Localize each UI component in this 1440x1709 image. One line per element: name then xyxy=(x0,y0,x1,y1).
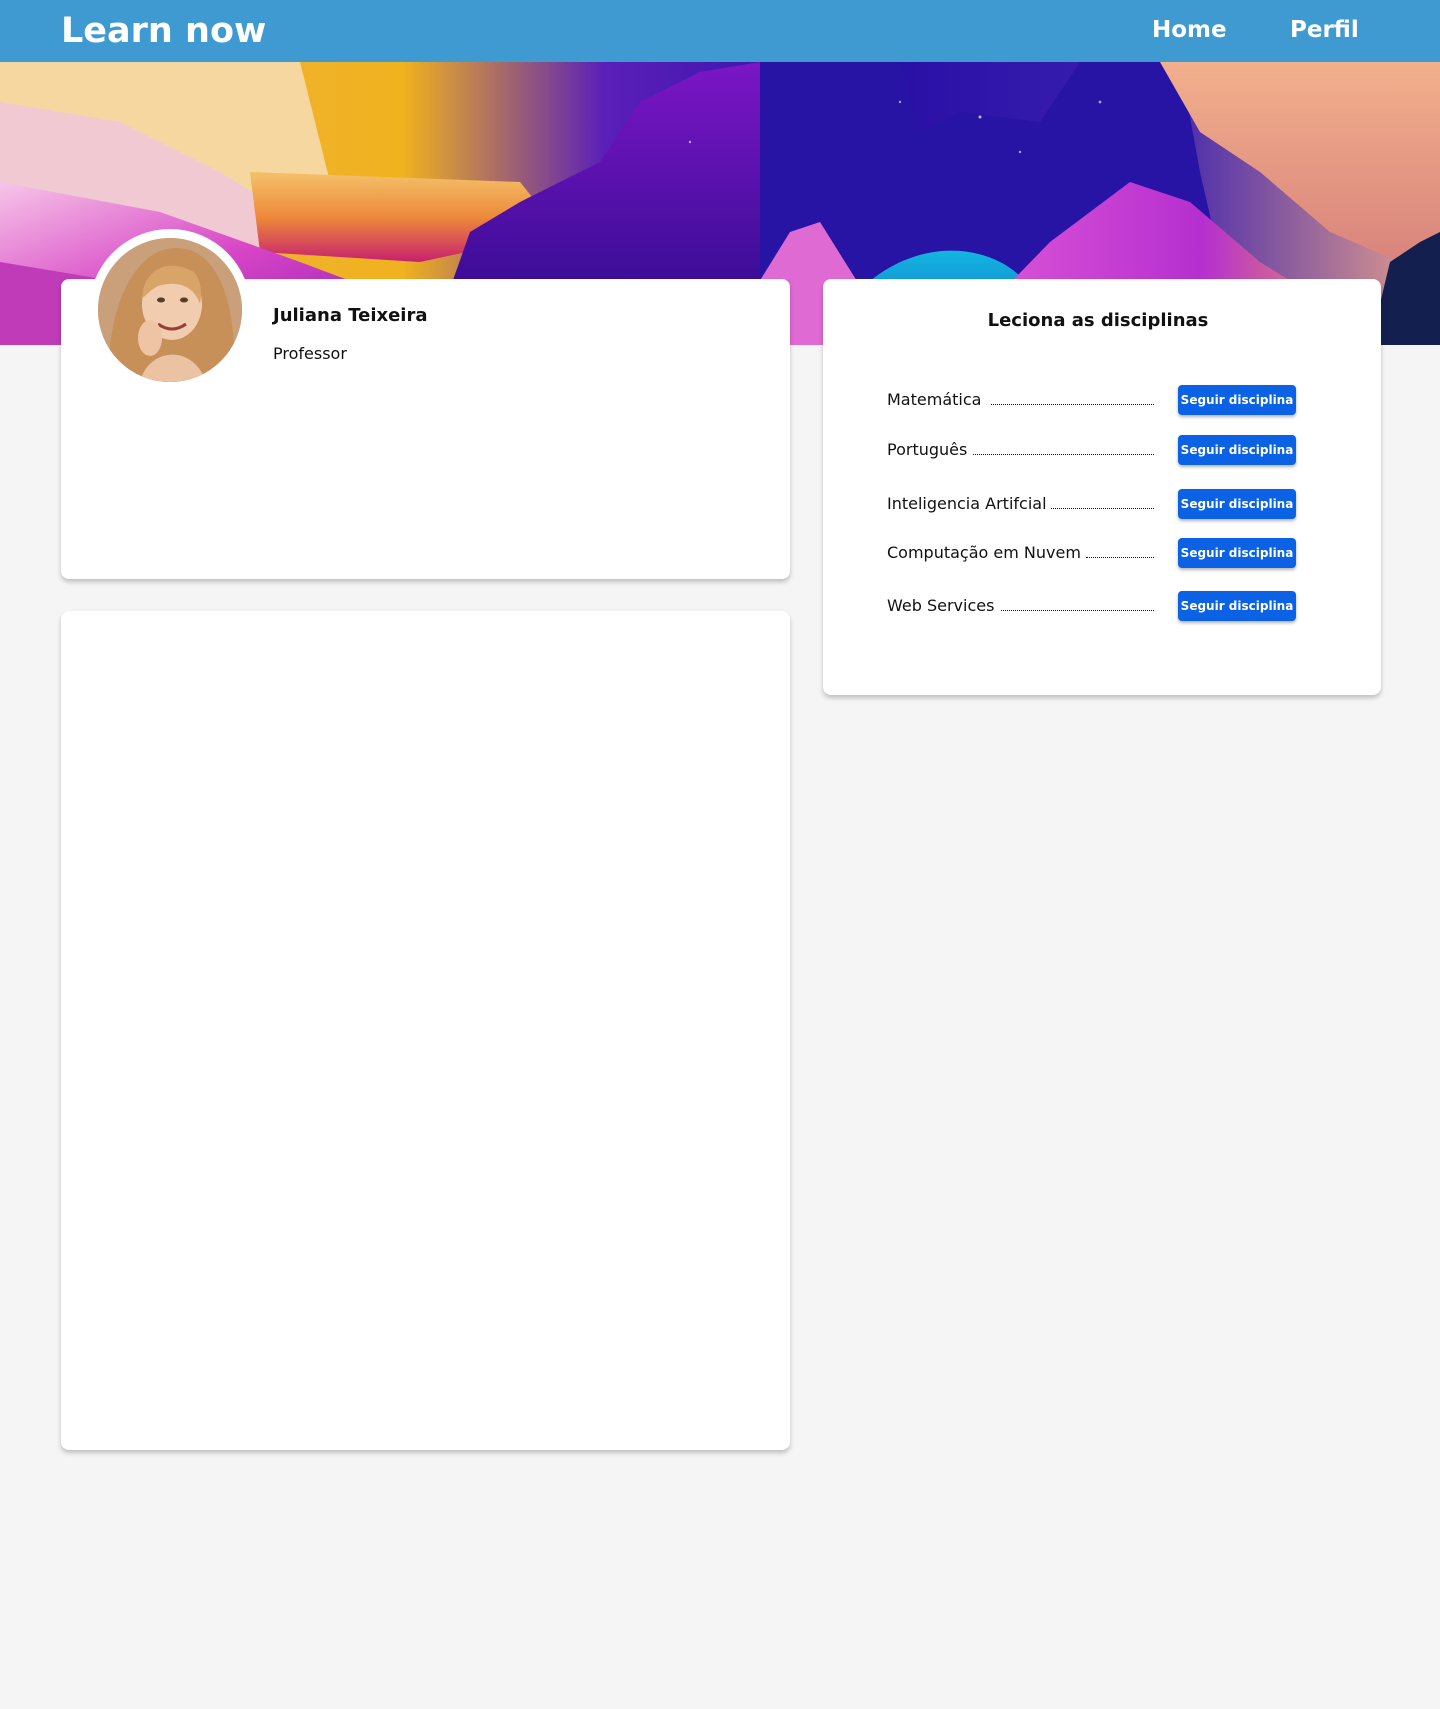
follow-discipline-button[interactable]: Seguir disciplina xyxy=(1178,385,1296,415)
profile-name: Juliana Teixeira xyxy=(273,305,428,326)
nav-link-home[interactable]: Home xyxy=(1152,15,1227,45)
follow-discipline-button[interactable]: Seguir disciplina xyxy=(1178,591,1296,621)
dotted-leader xyxy=(991,404,1154,405)
avatar[interactable] xyxy=(89,229,251,391)
dotted-leader xyxy=(973,454,1154,455)
disciplines-title: Leciona as disciplinas xyxy=(987,310,1209,331)
discipline-item: Computação em Nuvem Seguir disciplina xyxy=(887,537,1297,569)
dotted-leader xyxy=(1043,508,1154,509)
dotted-leader xyxy=(1086,557,1154,558)
follow-discipline-button[interactable]: Seguir disciplina xyxy=(1178,489,1296,519)
top-navbar: Learn now Home Perfil xyxy=(0,0,1440,62)
follow-discipline-button[interactable]: Seguir disciplina xyxy=(1178,538,1296,568)
discipline-item: Inteligencia Artifcial Seguir disciplina xyxy=(887,488,1297,520)
discipline-item: Português Seguir disciplina xyxy=(887,434,1297,466)
discipline-name: Português xyxy=(887,440,972,459)
discipline-item: Matemática Seguir disciplina xyxy=(887,384,1297,416)
content-card xyxy=(61,611,790,1450)
disciplines-card xyxy=(823,279,1381,695)
discipline-name: Web Services xyxy=(887,596,999,615)
profile-photo xyxy=(98,238,242,382)
discipline-name: Matemática xyxy=(887,390,986,409)
dotted-leader xyxy=(1001,610,1154,611)
follow-discipline-button[interactable]: Seguir disciplina xyxy=(1178,435,1296,465)
discipline-item: Web Services Seguir disciplina xyxy=(887,590,1297,622)
discipline-name: Computação em Nuvem xyxy=(887,543,1085,562)
profile-role: Professor xyxy=(273,344,347,363)
brand-title[interactable]: Learn now xyxy=(61,11,266,51)
nav-link-perfil[interactable]: Perfil xyxy=(1290,15,1359,45)
discipline-name: Inteligencia Artifcial xyxy=(887,494,1051,513)
